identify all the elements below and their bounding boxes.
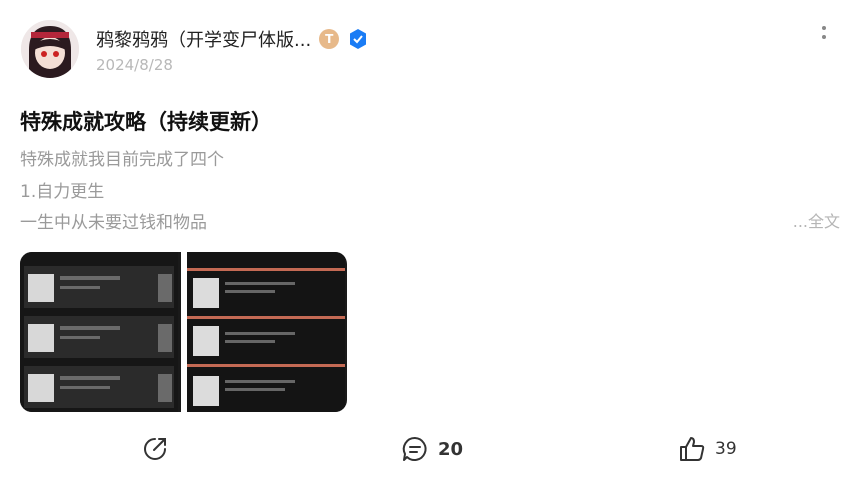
thumbs-up-icon <box>680 437 705 461</box>
post-text-line: 一生中从未要过钱和物品 <box>20 213 207 233</box>
post-text-line: 特殊成就我目前完成了四个 <box>20 150 224 170</box>
read-more-link[interactable]: ...全文 <box>793 208 840 232</box>
avatar-illustration <box>21 20 79 78</box>
more-options-icon[interactable] <box>818 24 830 42</box>
verified-icon <box>347 28 369 50</box>
author-row: 鸦黎鸦鸦（开学变尸体版... T <box>96 26 369 52</box>
like-button[interactable]: 39 <box>677 434 737 464</box>
comment-button[interactable]: 20 <box>400 434 463 464</box>
image-gallery <box>20 252 347 412</box>
level-badge: T <box>319 29 340 49</box>
post-image[interactable] <box>20 252 181 412</box>
post-title[interactable]: 特殊成就攻略（持续更新） <box>20 106 272 136</box>
comment-icon <box>402 436 427 461</box>
author-name[interactable]: 鸦黎鸦鸦（开学变尸体版... <box>96 26 311 52</box>
post-image[interactable] <box>186 252 347 412</box>
comment-count: 20 <box>438 438 464 460</box>
post-text-line: 1.自力更生 <box>20 182 105 202</box>
share-icon <box>144 438 166 460</box>
action-bar: 20 39 <box>0 434 865 474</box>
post-date: 2024/8/28 <box>96 56 173 74</box>
like-count: 39 <box>715 439 737 459</box>
share-button[interactable] <box>140 434 170 464</box>
author-avatar[interactable] <box>21 20 79 78</box>
